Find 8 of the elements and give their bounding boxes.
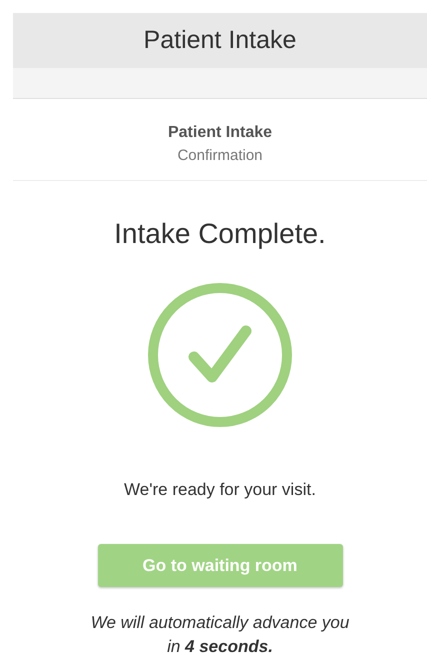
- advance-note: We will automatically advance you in 4 seconds.: [90, 612, 350, 658]
- checkmark-circle-icon: [146, 280, 294, 428]
- waiting-room-button[interactable]: Go to waiting room: [98, 544, 342, 587]
- section-title: Patient Intake: [168, 123, 272, 143]
- completion-heading: Intake Complete.: [114, 216, 326, 251]
- ready-message: We're ready for your visit.: [124, 478, 316, 500]
- section-subtitle: Confirmation: [177, 146, 263, 166]
- header-title: Patient Intake: [144, 24, 296, 56]
